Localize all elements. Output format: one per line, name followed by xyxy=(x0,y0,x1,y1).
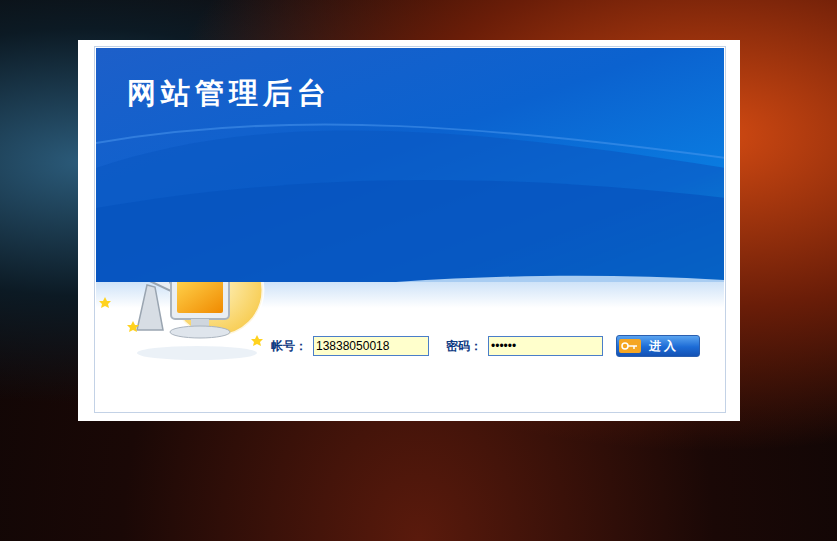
account-label: 帐号： xyxy=(271,337,307,355)
submit-button[interactable]: 进 入 xyxy=(616,335,700,357)
title: 网站管理后台 xyxy=(127,75,724,111)
login-form: 帐号： 13838050018 密码： •••••• 进 入 xyxy=(271,335,700,357)
password-input[interactable]: •••••• xyxy=(488,336,603,356)
form-area: 帐号： 13838050018 密码： •••••• 进 入 xyxy=(96,282,724,411)
password-label: 密码： xyxy=(446,337,482,355)
key-icon xyxy=(619,339,641,353)
login-panel: 网站管理后台帐号： 13838050018 密码： •••••• 进 入 xyxy=(78,40,740,421)
account-input[interactable]: 13838050018 xyxy=(313,336,429,356)
login-frame: 网站管理后台帐号： 13838050018 密码： •••••• 进 入 xyxy=(94,46,726,413)
page: 网站管理后台帐号： 13838050018 密码： •••••• 进 入 xyxy=(0,0,837,541)
submit-label: 进 入 xyxy=(649,337,676,355)
banner: 网站管理后台 xyxy=(96,48,724,282)
